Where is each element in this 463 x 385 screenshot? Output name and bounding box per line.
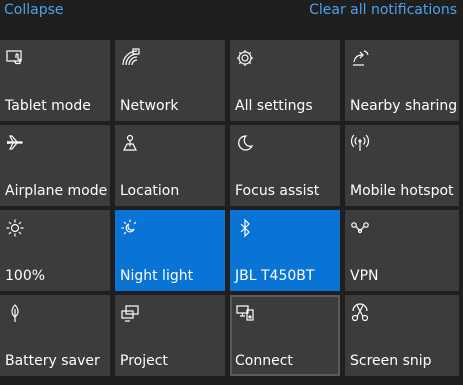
tile-project[interactable]: Project <box>115 295 225 376</box>
tile-battery-saver[interactable]: Battery saver <box>0 295 110 376</box>
tile-label: Focus assist <box>235 183 320 199</box>
tile-screen-snip[interactable]: Screen snip <box>345 295 459 376</box>
tile-label: Tablet mode <box>5 98 91 114</box>
tile-label: All settings <box>235 98 313 114</box>
tile-label: Night light <box>120 268 194 284</box>
clear-all-notifications-link[interactable]: Clear all notifications <box>309 1 457 19</box>
bluetooth-icon <box>235 218 255 238</box>
tile-vpn[interactable]: VPN <box>345 210 459 291</box>
tile-location[interactable]: Location <box>115 125 225 206</box>
tile-label: Battery saver <box>5 353 100 369</box>
tile-night-light[interactable]: Night light <box>115 210 225 291</box>
tile-brightness[interactable]: 100% <box>0 210 110 291</box>
tile-nearby-sharing[interactable]: Nearby sharing <box>345 40 459 121</box>
tile-label: JBL T450BT <box>235 268 315 284</box>
brightness-icon <box>5 218 25 238</box>
tile-label: Location <box>120 183 180 199</box>
tile-label: Network <box>120 98 179 114</box>
night-light-icon <box>120 218 140 238</box>
tile-mobile-hotspot[interactable]: Mobile hotspot <box>345 125 459 206</box>
tile-label: Project <box>120 353 168 369</box>
tile-label: Mobile hotspot <box>350 183 454 199</box>
tile-airplane-mode[interactable]: Airplane mode <box>0 125 110 206</box>
connect-icon <box>235 303 255 323</box>
gear-icon <box>235 48 255 68</box>
network-icon <box>120 48 140 68</box>
tile-all-settings[interactable]: All settings <box>230 40 340 121</box>
tile-tablet-mode[interactable]: Tablet mode <box>0 40 110 121</box>
project-icon <box>120 303 140 323</box>
tile-label: Connect <box>235 353 293 369</box>
tile-label: 100% <box>5 268 46 284</box>
tile-label: Airplane mode <box>5 183 108 199</box>
collapse-link[interactable]: Collapse <box>4 1 64 19</box>
quick-actions-grid: Tablet mode Network All settings Nearby … <box>0 40 459 376</box>
tile-bluetooth[interactable]: JBL T450BT <box>230 210 340 291</box>
tablet-mode-icon <box>5 48 25 68</box>
hotspot-icon <box>350 133 370 153</box>
moon-icon <box>235 133 255 153</box>
battery-saver-icon <box>5 303 25 323</box>
vpn-icon <box>350 218 370 238</box>
screen-snip-icon <box>350 303 370 323</box>
airplane-icon <box>5 133 25 153</box>
nearby-sharing-icon <box>350 48 370 68</box>
tile-focus-assist[interactable]: Focus assist <box>230 125 340 206</box>
tile-connect[interactable]: Connect <box>230 295 340 376</box>
tile-label: Nearby sharing <box>350 98 458 114</box>
tile-label: VPN <box>350 268 379 284</box>
tile-network[interactable]: Network <box>115 40 225 121</box>
location-icon <box>120 133 140 153</box>
action-center-header: Collapse Clear all notifications <box>0 0 463 36</box>
tile-label: Screen snip <box>350 353 432 369</box>
